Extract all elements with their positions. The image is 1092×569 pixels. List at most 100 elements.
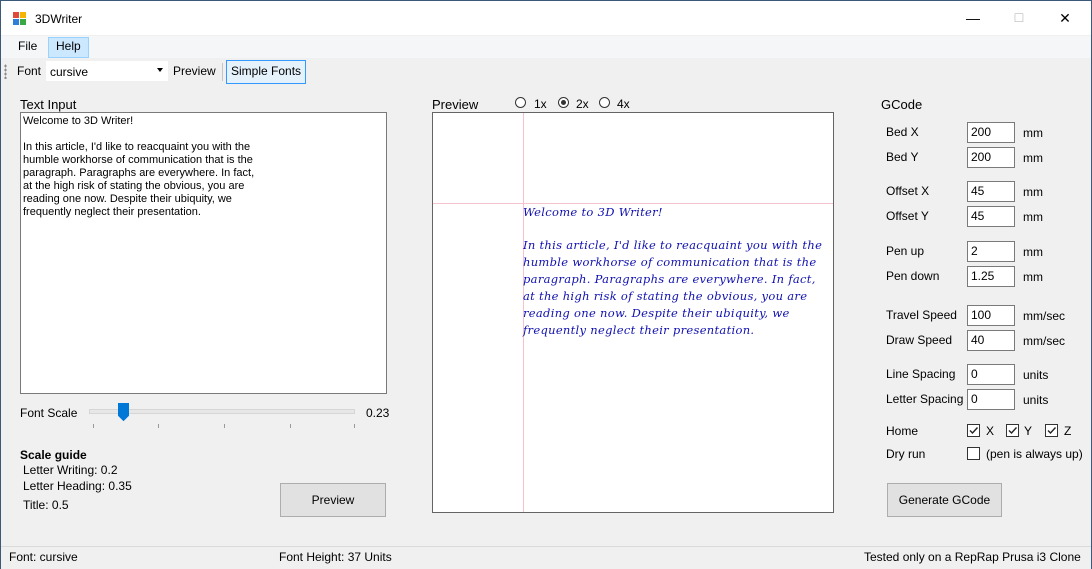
scale-guide-item: Letter Writing: 0.2 (23, 463, 118, 477)
font-label: Font (17, 64, 42, 78)
text-input-line: In this article, I'd like to reacquaint … (23, 141, 251, 153)
app-window: 3DWriter — ☐ ✕ File Help Font cursive Pr… (0, 0, 1092, 569)
zoom-1x-label: 1x (534, 97, 547, 111)
travel-speed-field[interactable]: 100 (967, 305, 1015, 326)
line-spacing-label: Line Spacing (886, 367, 956, 381)
status-font-height: Font Height: 37 Units (279, 550, 392, 564)
home-x-checkbox[interactable] (967, 424, 980, 437)
font-scale-value: 0.23 (366, 406, 390, 420)
simple-fonts-button[interactable]: Simple Fonts (226, 60, 307, 84)
home-y-checkbox[interactable] (1006, 424, 1019, 437)
offset-y-field[interactable]: 45 (967, 206, 1015, 227)
zoom-2x-label: 2x (576, 97, 589, 111)
preview-text-line: reading one now. Despite their ubiquity,… (523, 306, 790, 320)
text-input-line (23, 128, 254, 141)
status-bar: Font: cursive Font Height: 37 Units Test… (1, 546, 1091, 569)
pen-up-label: Pen up (886, 244, 925, 258)
toolbar: Font cursive Preview Simple Fonts (1, 59, 1091, 84)
preview-text-line: at the high risk of stating the obvious,… (523, 289, 808, 303)
offset-guide-horizontal (433, 203, 833, 204)
pen-down-field[interactable]: 1.25 (967, 266, 1015, 287)
zoom-4x-label: 4x (617, 97, 630, 111)
font-select-value: cursive (50, 65, 89, 79)
scale-guide-item: Title: 0.5 (23, 498, 69, 512)
travel-speed-unit: mm/sec (1023, 309, 1065, 323)
window-title: 3DWriter (35, 12, 83, 26)
menu-bar: File Help (1, 36, 1091, 58)
home-z-label: Z (1064, 424, 1072, 438)
maximize-icon: ☐ (1013, 11, 1025, 25)
preview-text-line: frequently neglect their presentation. (523, 323, 755, 337)
text-input-line: frequently neglect their presentation. (23, 206, 201, 218)
menu-help[interactable]: Help (48, 37, 89, 58)
scale-guide-item: Letter Heading: 0.35 (23, 479, 132, 493)
offset-y-label: Offset Y (886, 209, 929, 223)
bed-x-field[interactable]: 200 (967, 122, 1015, 143)
preview-text-line: In this article, I'd like to reacquaint … (523, 238, 823, 252)
close-icon[interactable]: ✕ (1042, 1, 1088, 35)
preview-toolbar-button[interactable]: Preview (169, 60, 220, 82)
home-y-label: Y (1024, 424, 1033, 438)
home-x-label: X (986, 424, 995, 438)
app-icon (13, 12, 27, 25)
text-input-heading: Text Input (20, 97, 77, 112)
title-bar: 3DWriter — ☐ ✕ (1, 1, 1091, 35)
pen-down-label: Pen down (886, 269, 940, 283)
draw-speed-label: Draw Speed (886, 333, 953, 347)
toolbar-grip-icon[interactable] (4, 64, 7, 79)
bed-y-label: Bed Y (886, 150, 919, 164)
text-input-line: paragraph. Paragraphs are everywhere. In… (23, 167, 255, 179)
toolbar-separator (222, 63, 223, 81)
bed-x-unit: mm (1023, 126, 1043, 140)
letter-spacing-unit: units (1023, 393, 1049, 407)
dry-run-note: (pen is always up) (986, 447, 1083, 461)
text-input-line: Welcome to 3D Writer! (23, 115, 134, 127)
line-spacing-unit: units (1023, 368, 1049, 382)
generate-gcode-button[interactable]: Generate GCode (887, 483, 1002, 517)
pen-up-field[interactable]: 2 (967, 241, 1015, 262)
draw-speed-unit: mm/sec (1023, 334, 1065, 348)
home-label: Home (886, 424, 919, 438)
preview-heading: Preview (432, 97, 479, 112)
preview-canvas[interactable]: Welcome to 3D Writer! In this article, I'… (432, 112, 834, 513)
pen-up-unit: mm (1023, 245, 1043, 259)
zoom-4x-radio[interactable] (599, 97, 610, 108)
text-input-line: reading one now. Despite their ubiquity,… (23, 193, 232, 205)
draw-speed-field[interactable]: 40 (967, 330, 1015, 351)
checkmark-icon (969, 427, 979, 435)
checkmark-icon (1047, 427, 1057, 435)
travel-speed-label: Travel Speed (886, 308, 957, 322)
status-note: Tested only on a RepRap Prusa i3 Clone (864, 550, 1081, 564)
line-spacing-field[interactable]: 0 (967, 364, 1015, 385)
zoom-2x-radio[interactable] (558, 97, 569, 108)
offset-x-label: Offset X (886, 184, 930, 198)
dry-run-label: Dry run (886, 447, 926, 461)
zoom-1x-radio[interactable] (515, 97, 526, 108)
font-scale-label: Font Scale (20, 406, 78, 420)
preview-text-line: paragraph. Paragraphs are everywhere. In… (523, 272, 816, 286)
slider-thumb[interactable] (118, 403, 130, 421)
font-select[interactable]: cursive (46, 61, 168, 81)
preview-text-line: humble workhorse of communication that i… (523, 255, 817, 269)
preview-text-line: Welcome to 3D Writer! (523, 205, 663, 219)
gcode-heading: GCode (881, 97, 923, 112)
text-input-area[interactable]: Welcome to 3D Writer! In this article, I'… (20, 112, 387, 394)
minimize-icon[interactable]: — (950, 1, 996, 35)
text-input-line: at the high risk of stating the obvious,… (23, 180, 245, 192)
status-font: Font: cursive (9, 550, 78, 564)
bed-y-field[interactable]: 200 (967, 147, 1015, 168)
chevron-down-icon (157, 68, 163, 72)
offset-y-unit: mm (1023, 210, 1043, 224)
offset-x-unit: mm (1023, 185, 1043, 199)
home-z-checkbox[interactable] (1045, 424, 1058, 437)
checkmark-icon (1008, 427, 1018, 435)
menu-file[interactable]: File (11, 37, 44, 56)
preview-button[interactable]: Preview (280, 483, 386, 517)
bed-x-label: Bed X (886, 125, 919, 139)
scale-guide-heading: Scale guide (20, 448, 87, 462)
offset-x-field[interactable]: 45 (967, 181, 1015, 202)
dry-run-checkbox[interactable] (967, 447, 980, 460)
pen-down-unit: mm (1023, 270, 1043, 284)
letter-spacing-field[interactable]: 0 (967, 389, 1015, 410)
letter-spacing-label: Letter Spacing (886, 392, 964, 406)
